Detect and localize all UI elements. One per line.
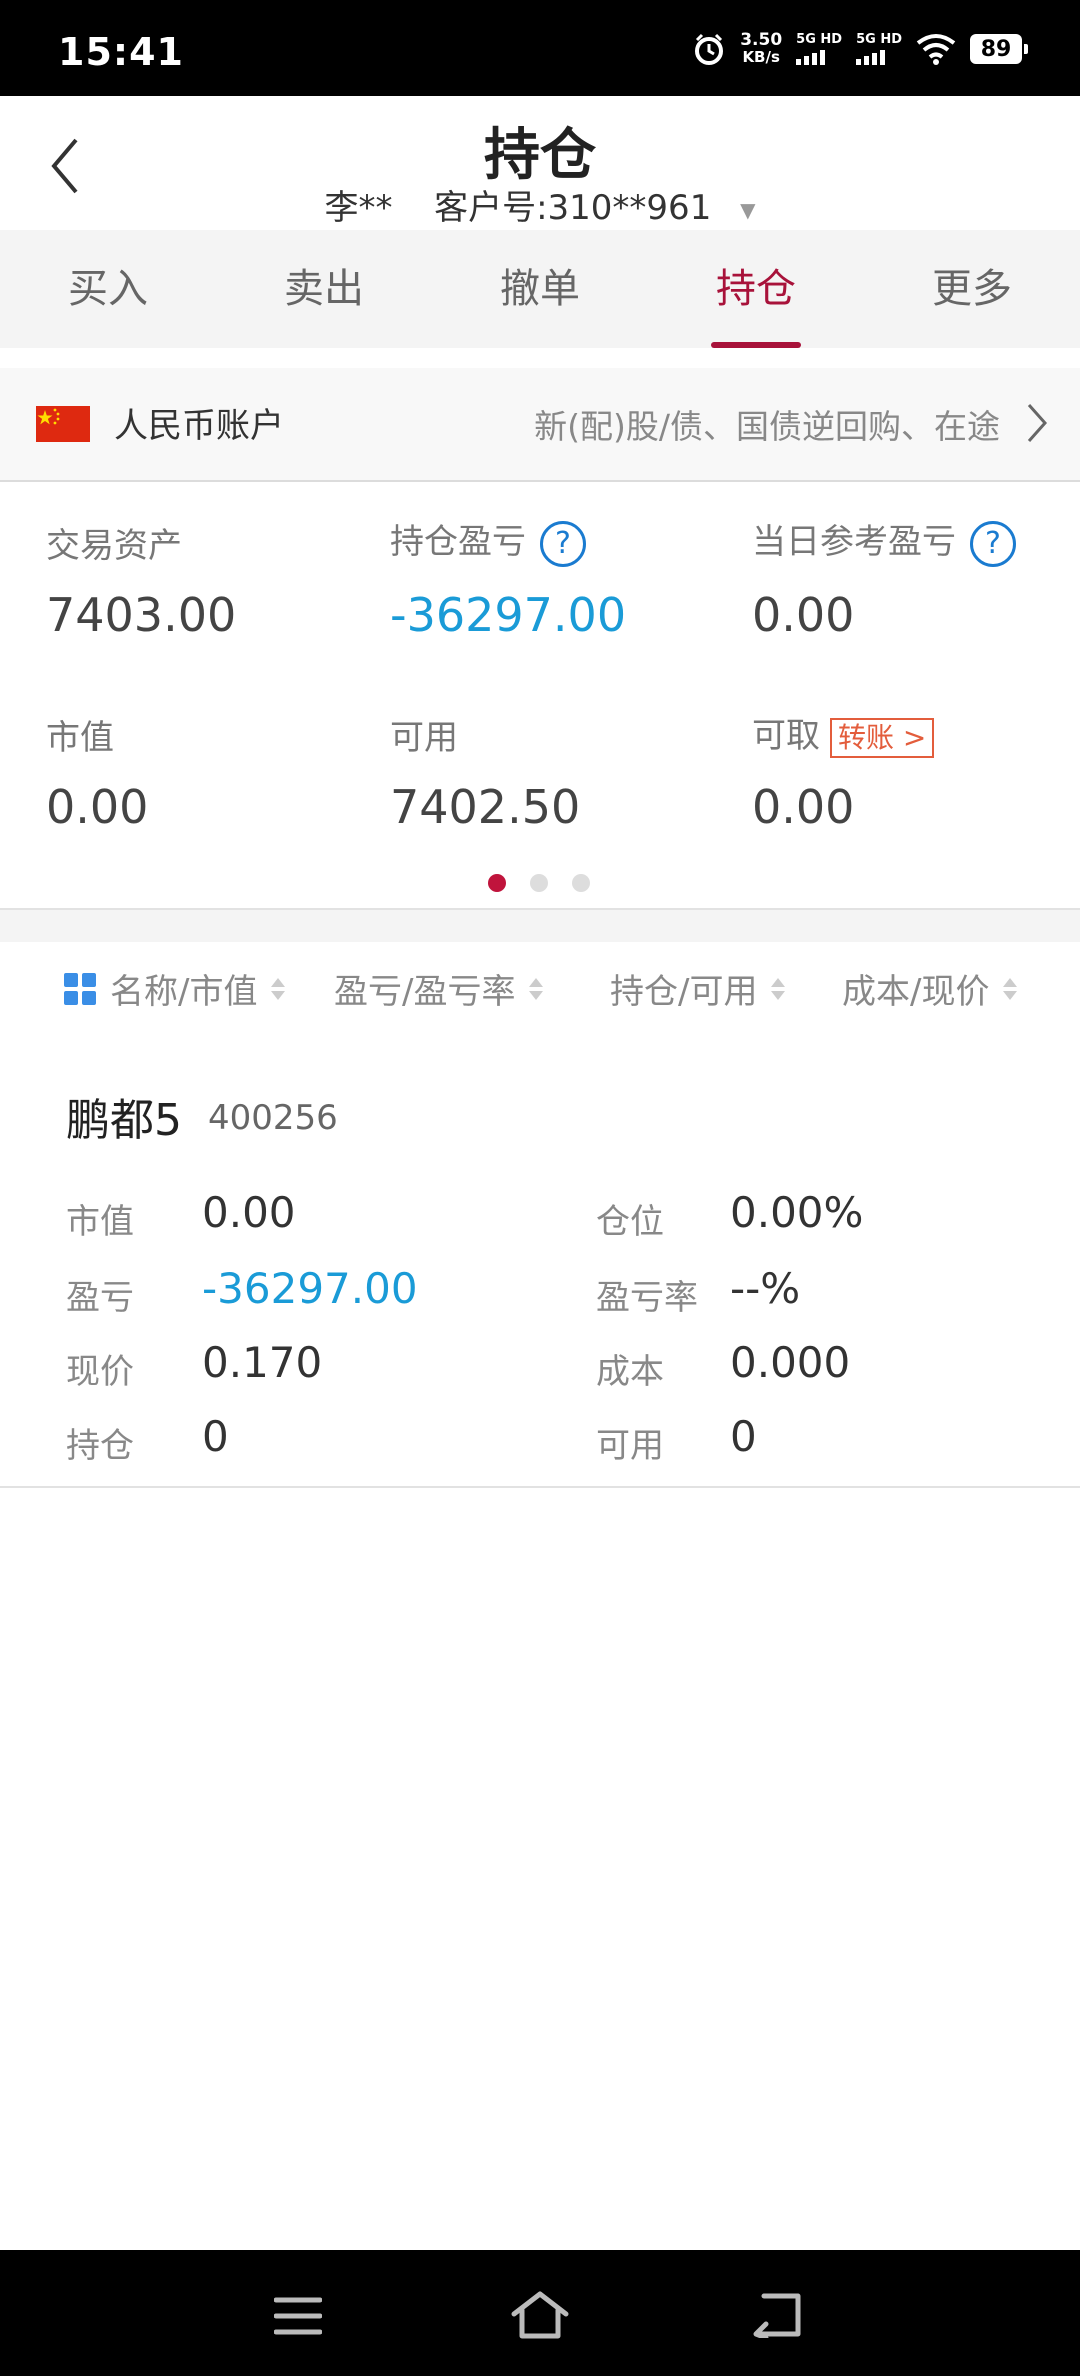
- help-icon[interactable]: ?: [970, 520, 1016, 567]
- home-icon[interactable]: [510, 2290, 570, 2340]
- app-header: 持仓 李** 客户号:310**961 ▼: [0, 96, 1080, 230]
- position-pl-value: -36297.00: [390, 588, 627, 642]
- alarm-icon: [695, 33, 724, 65]
- sort-pl-rate[interactable]: 盈亏/盈亏率: [334, 964, 544, 1013]
- holding-cost-label: 成本: [596, 1352, 664, 1392]
- stock-code: 400256: [208, 1098, 338, 1138]
- holding-position-pct-label: 仓位: [596, 1202, 664, 1242]
- position-pl-label-group: 持仓盈亏?: [390, 514, 586, 567]
- page-dot-active[interactable]: [488, 874, 506, 892]
- position-pl-label: 持仓盈亏: [390, 522, 526, 562]
- tab-positions[interactable]: 持仓: [648, 230, 864, 348]
- daily-pl-label-group: 当日参考盈亏?: [752, 514, 1016, 567]
- holding-item[interactable]: 鹏都5 400256 市值 0.00 仓位 0.00% 盈亏 -36297.00…: [0, 1032, 1080, 1488]
- withdrawable-label: 可取: [752, 716, 820, 756]
- holding-position-pct: 0.00%: [730, 1188, 864, 1237]
- holding-price: 0.170: [202, 1338, 323, 1387]
- daily-pl-label: 当日参考盈亏: [752, 522, 956, 562]
- column-label: 成本/现价: [842, 972, 990, 1012]
- holding-market-value-label: 市值: [66, 1202, 134, 1242]
- customer-number: 客户号:310**961: [434, 188, 712, 228]
- withdrawable-label-group: 可取 转账 >: [752, 708, 935, 758]
- stock-name: 鹏都5: [66, 1095, 182, 1146]
- account-currency-name: 人民币账户: [114, 406, 284, 446]
- account-selector[interactable]: 李** 客户号:310**961 ▼: [0, 180, 1080, 229]
- column-label: 持仓/可用: [610, 972, 758, 1012]
- holdings-column-header: 名称/市值 盈亏/盈亏率 持仓/可用 成本/现价: [0, 942, 1080, 1034]
- china-flag-icon: [36, 406, 90, 442]
- grid-view-icon[interactable]: [64, 972, 96, 1005]
- holding-avail-label: 可用: [596, 1426, 664, 1466]
- wifi-icon: [916, 34, 956, 65]
- holding-pl-rate: --%: [730, 1264, 801, 1313]
- market-value: 0.00: [46, 780, 149, 834]
- status-bar: 15:41 3.50 KB/s 5G HD 5G HD 89: [0, 0, 1080, 96]
- system-nav-bar: [0, 2250, 1080, 2376]
- chevron-right-icon: [1027, 404, 1048, 442]
- transfer-button[interactable]: 转账 >: [830, 717, 935, 758]
- net-speed: 3.50 KB/s: [740, 30, 783, 66]
- daily-pl-value: 0.00: [752, 588, 855, 642]
- holding-pl-rate-label: 盈亏率: [596, 1278, 698, 1318]
- column-label: 名称/市值: [110, 972, 258, 1012]
- page-indicator: [488, 874, 590, 892]
- signal-sim2: 5G HD: [856, 33, 902, 65]
- page-dot[interactable]: [530, 874, 548, 892]
- page-dot[interactable]: [572, 874, 590, 892]
- section-divider: [0, 908, 1080, 944]
- tab-buy[interactable]: 买入: [0, 230, 216, 348]
- column-label: 盈亏/盈亏率: [334, 972, 516, 1012]
- dropdown-caret-icon: ▼: [740, 197, 756, 222]
- tab-more[interactable]: 更多: [864, 230, 1080, 348]
- market-value-label: 市值: [46, 718, 114, 758]
- battery-icon: 89: [970, 34, 1028, 64]
- sort-name-market-value[interactable]: 名称/市值: [64, 964, 286, 1013]
- sort-icon: [771, 977, 786, 1000]
- sort-icon: [271, 977, 286, 1000]
- holding-qty-label: 持仓: [66, 1426, 134, 1466]
- status-time: 15:41: [58, 30, 184, 74]
- available-label: 可用: [390, 718, 458, 758]
- sort-qty-available[interactable]: 持仓/可用: [610, 964, 786, 1013]
- account-note: 新(配)股/债、国债逆回购、在途: [534, 407, 1000, 446]
- signal-sim1: 5G HD: [796, 33, 842, 65]
- sort-icon: [1003, 977, 1018, 1000]
- trade-tabs: 买入 卖出 撤单 持仓 更多: [0, 230, 1080, 348]
- holding-avail: 0: [730, 1412, 757, 1461]
- trade-assets-label: 交易资产: [46, 526, 182, 566]
- sort-icon: [529, 977, 544, 1000]
- tab-cancel[interactable]: 撤单: [432, 230, 648, 348]
- sort-cost-price[interactable]: 成本/现价: [842, 964, 1018, 1013]
- withdrawable-value: 0.00: [752, 780, 855, 834]
- holding-price-label: 现价: [66, 1352, 134, 1392]
- help-icon[interactable]: ?: [540, 520, 586, 567]
- available-value: 7402.50: [390, 780, 581, 834]
- status-icons: 3.50 KB/s 5G HD 5G HD 89: [692, 26, 1028, 72]
- back-nav-icon[interactable]: [752, 2292, 806, 2338]
- account-holder-name: 李**: [324, 188, 393, 228]
- page-title: 持仓: [484, 123, 596, 188]
- tab-sell[interactable]: 卖出: [216, 230, 432, 348]
- holding-pl: -36297.00: [202, 1264, 418, 1313]
- currency-account-row[interactable]: 人民币账户 新(配)股/债、国债逆回购、在途: [0, 368, 1080, 482]
- menu-icon[interactable]: [274, 2296, 322, 2336]
- holding-qty: 0: [202, 1412, 229, 1461]
- holding-market-value: 0.00: [202, 1188, 296, 1237]
- trade-assets-value: 7403.00: [46, 588, 237, 642]
- holding-cost: 0.000: [730, 1338, 851, 1387]
- holding-pl-label: 盈亏: [66, 1278, 134, 1318]
